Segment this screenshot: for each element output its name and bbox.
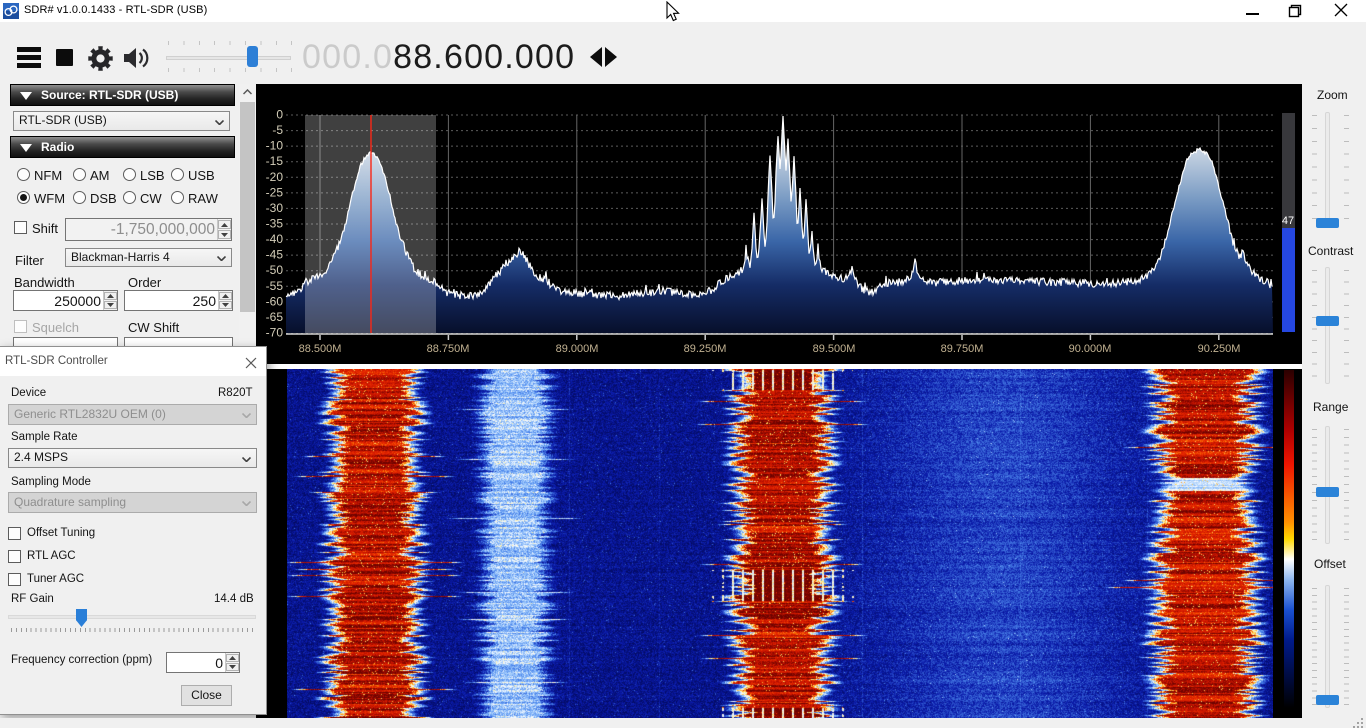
svg-text:-60: -60 [266,294,284,308]
svg-text:89.750M: 89.750M [941,343,984,355]
svg-text:88.750M: 88.750M [427,343,470,355]
svg-text:47: 47 [1282,215,1294,227]
svg-text:89.500M: 89.500M [813,343,856,355]
svg-text:90.250M: 90.250M [1198,343,1241,355]
svg-text:-45: -45 [266,248,284,262]
svg-text:90.000M: 90.000M [1069,343,1112,355]
svg-text:-70: -70 [266,326,284,340]
svg-text:-40: -40 [266,232,284,246]
svg-text:-35: -35 [266,217,284,231]
svg-text:88.500M: 88.500M [299,343,342,355]
svg-text:-65: -65 [266,310,284,324]
svg-text:-5: -5 [272,123,283,137]
svg-text:-20: -20 [266,170,284,184]
svg-text:-50: -50 [266,263,284,277]
svg-text:89.000M: 89.000M [556,343,599,355]
svg-text:-25: -25 [266,185,284,199]
svg-text:-30: -30 [266,201,284,215]
svg-text:-55: -55 [266,279,284,293]
svg-text:-15: -15 [266,154,284,168]
svg-text:89.250M: 89.250M [684,343,727,355]
svg-text:0: 0 [276,108,283,122]
svg-text:-10: -10 [266,139,284,153]
